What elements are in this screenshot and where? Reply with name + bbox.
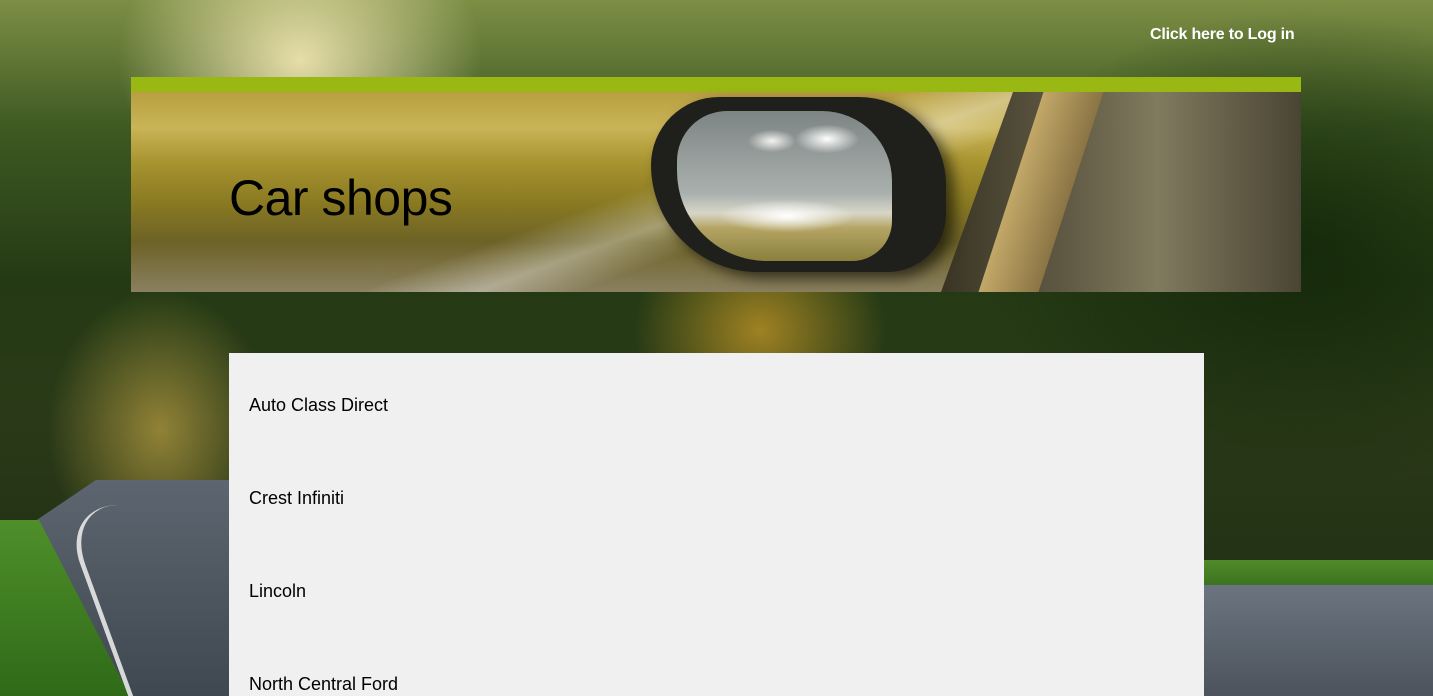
shop-list-panel: Auto Class Direct Crest Infiniti Lincoln… [229, 353, 1204, 696]
header-banner: Car shops [131, 77, 1301, 292]
banner-accent-bar [131, 77, 1301, 92]
side-mirror-image [651, 97, 946, 272]
mirror-glass [677, 111, 892, 261]
shop-item[interactable]: North Central Ford [249, 674, 398, 695]
shop-item[interactable]: Lincoln [249, 581, 306, 602]
page-title: Car shops [229, 170, 453, 226]
shop-item[interactable]: Crest Infiniti [249, 488, 344, 509]
login-link[interactable]: Click here to Log in [1150, 26, 1295, 44]
shop-item[interactable]: Auto Class Direct [249, 395, 388, 416]
background-road-right [1204, 585, 1433, 696]
